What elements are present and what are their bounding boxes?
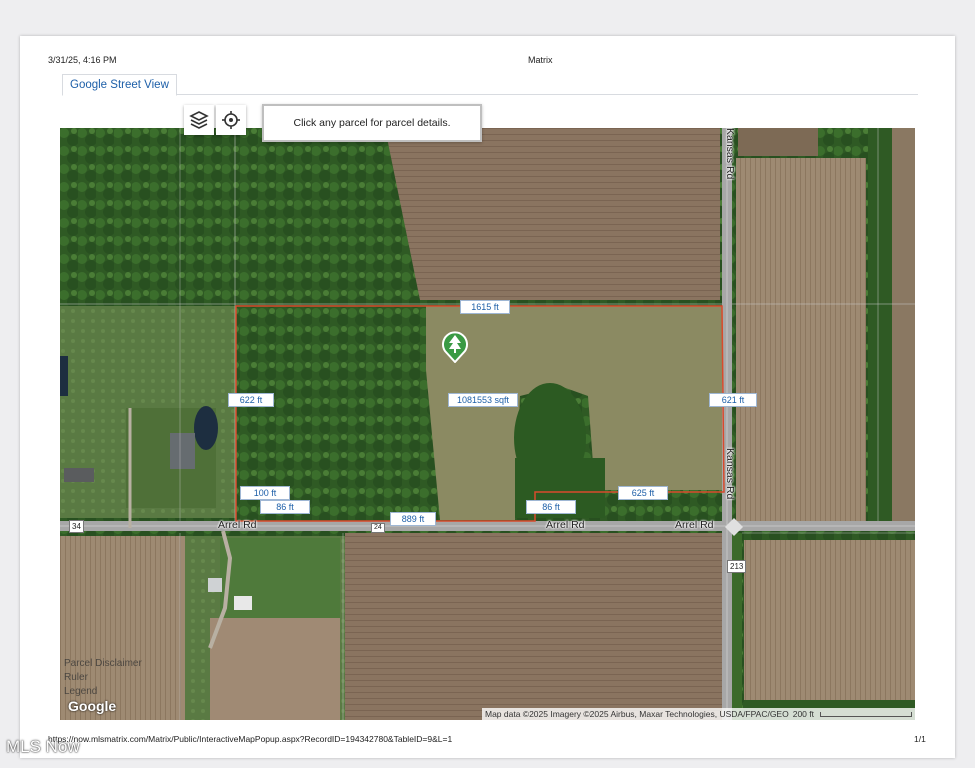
parcel-disclaimer-link[interactable]: Parcel Disclaimer xyxy=(64,658,142,669)
layers-button[interactable] xyxy=(184,105,214,135)
print-datetime: 3/31/25, 4:16 PM xyxy=(48,55,117,65)
legend-link[interactable]: Legend xyxy=(64,686,97,697)
parcel-area: 1081553 sqft xyxy=(448,393,518,407)
satellite-map[interactable]: 1615 ft 622 ft 621 ft 1081553 sqft 100 f… xyxy=(60,128,915,720)
tab-google-street-view[interactable]: Google Street View xyxy=(62,74,177,96)
layers-icon xyxy=(189,111,209,129)
measure-bottom-center: 889 ft xyxy=(390,512,436,526)
measure-left: 622 ft xyxy=(228,393,274,407)
measure-bottom-right-a: 86 ft xyxy=(526,500,576,514)
satellite-imagery xyxy=(60,128,915,720)
map-attribution: Map data ©2025 Imagery ©2025 Airbus, Max… xyxy=(482,708,915,720)
route-shield-213: 213 xyxy=(727,560,747,573)
measure-bottom-right-b: 625 ft xyxy=(618,486,668,500)
tab-bar: Google Street View xyxy=(62,74,918,96)
intersection-marker xyxy=(725,518,743,536)
road-label-arrel-2: Arrel Rd xyxy=(546,519,585,531)
printed-page: 3/31/25, 4:16 PM Matrix Google Street Vi… xyxy=(20,36,955,758)
google-logo: Google xyxy=(68,698,117,714)
parcel-info-tooltip: Click any parcel for parcel details. xyxy=(262,104,482,142)
road-label-kansas-top: Kansas Rd xyxy=(724,128,736,180)
road-label-arrel-1: Arrel Rd xyxy=(218,519,257,531)
footer-page-number: 1/1 xyxy=(914,734,926,744)
scale-label: 200 ft xyxy=(792,709,814,719)
crosshair-icon xyxy=(222,111,240,129)
mls-watermark: MLS Now xyxy=(6,737,80,756)
tree-pin-icon[interactable] xyxy=(441,329,469,363)
measure-bottom-left-a: 100 ft xyxy=(240,486,290,500)
attribution-text: Map data ©2025 Imagery ©2025 Airbus, Max… xyxy=(485,709,789,719)
road-label-arrel-3: Arrel Rd xyxy=(675,519,714,531)
ruler-link[interactable]: Ruler xyxy=(64,672,88,683)
measure-bottom-left-b: 86 ft xyxy=(260,500,310,514)
route-shield-34: 34 xyxy=(69,520,84,533)
road-label-kansas-mid: Kansas Rd xyxy=(724,448,736,500)
footer-url: https://now.mlsmatrix.com/Matrix/Public/… xyxy=(48,734,453,744)
measure-top: 1615 ft xyxy=(460,300,510,314)
print-title: Matrix xyxy=(528,55,553,65)
scale-bar xyxy=(820,711,912,717)
route-shield-24: 24 xyxy=(371,523,385,533)
measure-right: 621 ft xyxy=(709,393,757,407)
locate-button[interactable] xyxy=(216,105,246,135)
